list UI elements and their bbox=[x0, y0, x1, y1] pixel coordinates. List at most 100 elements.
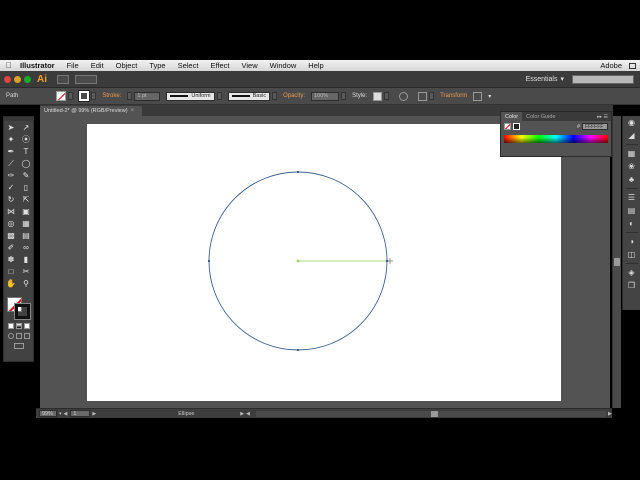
blend-tool-icon[interactable]: ∞ bbox=[19, 243, 33, 253]
menu-help[interactable]: Help bbox=[302, 61, 329, 70]
window-icon[interactable] bbox=[629, 62, 636, 69]
tab-color-guide[interactable]: Color Guide bbox=[522, 112, 559, 121]
fill-none-swatch[interactable] bbox=[56, 91, 67, 101]
graphic-styles-icon[interactable]: ◫ bbox=[627, 250, 637, 259]
gradient-tool-icon[interactable]: ▤ bbox=[19, 231, 33, 241]
rotate-tool-icon[interactable]: ↻ bbox=[4, 195, 18, 205]
pencil-tool-icon[interactable]: ✎ bbox=[19, 171, 33, 181]
bridge-button[interactable] bbox=[57, 74, 69, 84]
zoom-dropdown-icon[interactable]: ▾ bbox=[59, 411, 62, 417]
hand-tool-icon[interactable]: ✋ bbox=[4, 279, 18, 289]
menu-view[interactable]: View bbox=[235, 61, 263, 70]
document-tab[interactable]: Untitled-2* @ 99% (RGB/Preview) × bbox=[40, 106, 143, 116]
mesh-tool-icon[interactable]: ▩ bbox=[4, 231, 18, 241]
help-search-input[interactable] bbox=[572, 74, 634, 84]
last-artboard-icon[interactable]: ▶ bbox=[92, 411, 96, 417]
isolate-group-icon[interactable] bbox=[473, 91, 483, 101]
eraser-tool-icon[interactable]: ▯ bbox=[19, 183, 33, 193]
stroke-indicator[interactable] bbox=[13, 303, 31, 320]
graphic-style-control[interactable] bbox=[373, 91, 390, 101]
selection-tool-icon[interactable]: ➤ bbox=[4, 123, 18, 133]
zoom-level-field[interactable]: 99% bbox=[39, 410, 57, 417]
screen-mode-button[interactable] bbox=[13, 343, 24, 349]
stroke-weight-control[interactable]: 1 pt bbox=[127, 91, 161, 101]
anchor-point-bottom[interactable] bbox=[297, 349, 299, 351]
blob-brush-tool-icon[interactable]: ✓ bbox=[4, 183, 18, 193]
horizontal-scroll-thumb[interactable] bbox=[430, 410, 438, 417]
stroke-color-control[interactable] bbox=[78, 90, 97, 102]
brushes-icon[interactable]: ❀ bbox=[627, 162, 637, 171]
adobe-menu[interactable]: Adobe bbox=[600, 61, 622, 70]
panel-fill-swatch[interactable] bbox=[504, 123, 511, 130]
tab-color[interactable]: Color bbox=[501, 112, 523, 121]
magic-wand-tool-icon[interactable]: ✦ bbox=[4, 135, 18, 145]
menu-type[interactable]: Type bbox=[143, 61, 171, 70]
stroke-weight-field[interactable]: 1 pt bbox=[134, 91, 161, 101]
transform-link[interactable]: Transform bbox=[440, 93, 467, 99]
layers-icon[interactable]: ◈ bbox=[627, 268, 637, 277]
scale-tool-icon[interactable]: ⇱ bbox=[19, 195, 33, 205]
status-menu-icon[interactable]: ▶ bbox=[240, 411, 244, 417]
type-tool-icon[interactable]: T bbox=[19, 147, 33, 157]
none-button[interactable] bbox=[23, 323, 30, 329]
opacity-control[interactable]: 100% bbox=[311, 91, 347, 101]
symbol-sprayer-tool-icon[interactable]: ✽ bbox=[4, 255, 18, 265]
fill-dropdown[interactable] bbox=[68, 92, 74, 100]
vertical-scroll-thumb[interactable] bbox=[614, 258, 620, 266]
recolor-artwork-icon[interactable] bbox=[399, 91, 409, 101]
collapse-panel-icon[interactable]: ▸▸ ☰ bbox=[597, 114, 611, 120]
menu-object[interactable]: Object bbox=[110, 61, 144, 70]
zoom-tool-icon[interactable]: ⚲ bbox=[19, 279, 33, 289]
column-graph-tool-icon[interactable]: ▮ bbox=[19, 255, 33, 265]
width-tool-icon[interactable]: ⋈ bbox=[4, 207, 18, 217]
stroke-panel-icon[interactable]: ☰ bbox=[627, 193, 637, 202]
gradient-button[interactable] bbox=[15, 323, 22, 329]
panel-menu-icon[interactable]: ▾ bbox=[488, 93, 491, 100]
ellipse-tool-icon[interactable]: ◯ bbox=[19, 159, 33, 169]
paintbrush-tool-icon[interactable]: ✑ bbox=[4, 171, 18, 181]
anchor-point-left[interactable] bbox=[208, 260, 210, 262]
scroll-right-icon[interactable]: ▶ bbox=[608, 411, 612, 417]
menu-app-name[interactable]: Illustrator bbox=[18, 61, 61, 70]
horizontal-scrollbar[interactable] bbox=[255, 410, 606, 417]
minimize-window-button[interactable] bbox=[14, 75, 21, 83]
hex-value-field[interactable]: FFFFFF bbox=[582, 123, 608, 130]
direct-selection-tool-icon[interactable]: ↗ bbox=[19, 123, 33, 133]
canvas-area[interactable] bbox=[40, 116, 610, 408]
lasso-tool-icon[interactable]: ⦿ bbox=[19, 135, 33, 145]
color-spectrum-bar[interactable] bbox=[504, 135, 608, 143]
zoom-window-button[interactable] bbox=[24, 75, 31, 83]
first-artboard-icon[interactable]: ◀ bbox=[64, 411, 68, 417]
close-window-button[interactable] bbox=[4, 75, 11, 83]
arrange-documents-button[interactable] bbox=[75, 74, 97, 84]
pen-tool-icon[interactable]: ✒ bbox=[4, 147, 18, 157]
draw-behind-button[interactable] bbox=[15, 333, 22, 339]
opacity-field[interactable]: 100% bbox=[311, 91, 340, 101]
slice-tool-icon[interactable]: ✂ bbox=[19, 267, 33, 277]
graphic-style-dropdown[interactable] bbox=[384, 92, 390, 100]
variable-width-profile[interactable]: Uniform bbox=[166, 91, 222, 101]
opacity-label[interactable]: Opacity: bbox=[283, 93, 305, 99]
align-icon[interactable] bbox=[418, 91, 428, 101]
scroll-left-icon[interactable]: ◀ bbox=[246, 411, 250, 417]
color-button[interactable] bbox=[7, 323, 14, 329]
color-panel-icon[interactable]: ◉ bbox=[627, 118, 637, 127]
anchor-point-top[interactable] bbox=[297, 171, 299, 173]
line-segment-tool-icon[interactable]: ⟋ bbox=[4, 159, 18, 169]
shape-builder-tool-icon[interactable]: ◎ bbox=[4, 219, 18, 229]
menu-edit[interactable]: Edit bbox=[85, 61, 110, 70]
profile-preview[interactable]: Uniform bbox=[166, 91, 215, 101]
vertical-scrollbar[interactable] bbox=[612, 116, 621, 408]
close-tab-icon[interactable]: × bbox=[131, 108, 135, 114]
menu-window[interactable]: Window bbox=[264, 61, 303, 70]
opacity-dropdown[interactable] bbox=[341, 92, 347, 100]
color-guide-icon[interactable]: ◢ bbox=[627, 131, 637, 140]
stroke-weight-stepper[interactable] bbox=[127, 92, 133, 100]
menu-file[interactable]: File bbox=[61, 61, 85, 70]
fill-control[interactable] bbox=[56, 91, 74, 101]
brush-definition[interactable]: Basic bbox=[227, 91, 278, 101]
panel-stroke-swatch[interactable] bbox=[513, 123, 520, 130]
draw-inside-button[interactable] bbox=[23, 333, 30, 339]
symbols-icon[interactable]: ♣ bbox=[627, 175, 637, 184]
menu-select[interactable]: Select bbox=[172, 61, 205, 70]
